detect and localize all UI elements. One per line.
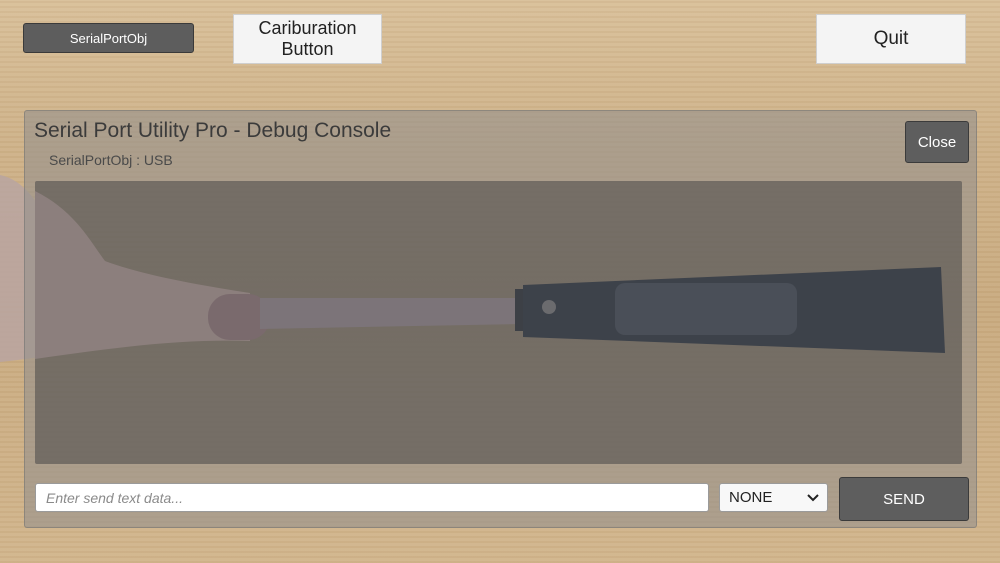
line-ending-selected: NONE	[729, 489, 773, 506]
serial-port-button[interactable]: SerialPortObj	[23, 23, 194, 53]
close-button[interactable]: Close	[905, 121, 969, 163]
chevron-down-icon	[807, 494, 819, 502]
blade-window	[615, 283, 797, 335]
blade-hole	[542, 300, 556, 314]
tool-shaft	[260, 298, 520, 329]
calibration-button[interactable]: Cariburation Button	[233, 14, 382, 64]
console-subtitle: SerialPortObj : USB	[49, 152, 173, 168]
scene-render	[35, 191, 945, 359]
line-ending-select[interactable]: NONE	[719, 483, 828, 512]
debug-console-panel: Serial Port Utility Pro - Debug Console …	[24, 110, 977, 528]
send-text-input[interactable]	[35, 483, 709, 512]
send-button[interactable]: SEND	[839, 477, 969, 521]
console-log-area[interactable]	[35, 181, 962, 464]
quit-button[interactable]: Quit	[816, 14, 966, 64]
console-title: Serial Port Utility Pro - Debug Console	[34, 119, 392, 142]
